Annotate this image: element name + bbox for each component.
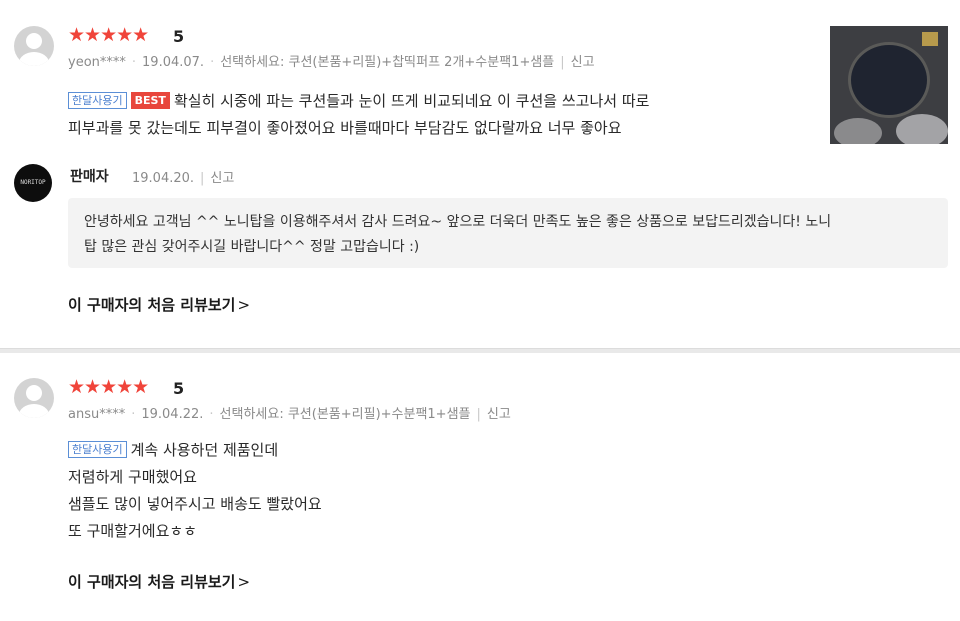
first-review-label: 이 구매자의 처음 리뷰보기 xyxy=(68,296,236,314)
avatar xyxy=(14,26,54,66)
review-item: ★★★★★ 5 yeon**** · 19.04.07. · 선택하세요: 쿠션(본품+… xyxy=(0,0,960,348)
rating-value: 5 xyxy=(173,379,185,398)
best-badge: BEST xyxy=(130,92,170,109)
avatar xyxy=(14,378,54,418)
purchase-option: 선택하세요: 쿠션(본품+리필)+찹띡퍼프 2개+수분팩1+샘플 xyxy=(220,55,555,70)
star-rating: ★★★★★ xyxy=(68,24,149,46)
reply-date: 19.04.20. xyxy=(132,171,195,186)
review-meta: ansu**** · 19.04.22. · 선택하세요: 쿠션(본품+리필)+수분팩1… xyxy=(68,407,511,422)
review-text: 한달사용기 BEST 확실히 시중에 파는 쿠션들과 눈이 뜨게 비교되네요 이 쿠… xyxy=(68,88,649,142)
review-line: 피부과를 못 갔는데도 피부결이 좋아졌어요 바를때마다 부담감도 없다랄까요 … xyxy=(68,119,622,137)
report-link[interactable]: 신고 xyxy=(210,171,234,186)
seller-meta: 19.04.20. | 신고 xyxy=(132,171,235,186)
review-date: 19.04.07. xyxy=(142,55,205,70)
review-line: 샘플도 많이 넣어주시고 배송도 빨랐어요 xyxy=(68,495,322,513)
review-photo[interactable] xyxy=(830,26,948,144)
review-line: 계속 사용하던 제품인데 xyxy=(130,441,279,459)
seller-avatar: NORITOP xyxy=(14,164,52,202)
rating-value: 5 xyxy=(173,27,185,46)
reviewer-id: ansu**** xyxy=(68,407,126,422)
star-rating: ★★★★★ xyxy=(68,376,149,398)
reviewer-id: yeon**** xyxy=(68,55,126,70)
review-line: 저렴하게 구매했어요 xyxy=(68,468,197,486)
review-date: 19.04.22. xyxy=(141,407,204,422)
first-review-link[interactable]: 이 구매자의 처음 리뷰보기 > xyxy=(68,575,250,590)
review-item: ★★★★★ 5 ansu**** · 19.04.22. · 선택하세요: 쿠션(본품+… xyxy=(0,353,960,621)
report-link[interactable]: 신고 xyxy=(487,407,511,422)
purchase-option: 선택하세요: 쿠션(본품+리필)+수분팩1+샘플 xyxy=(219,407,471,422)
first-review-link[interactable]: 이 구매자의 처음 리뷰보기 > xyxy=(68,298,250,313)
reply-line: 안녕하세요 고객님 ^^ 노니탑을 이용해주셔서 감사 드려요~ 앞으로 더욱더… xyxy=(84,214,832,230)
month-use-badge: 한달사용기 xyxy=(68,92,127,109)
month-use-badge: 한달사용기 xyxy=(68,441,127,458)
review-line: 확실히 시중에 파는 쿠션들과 눈이 뜨게 비교되네요 이 쿠션을 쓰고나서 따… xyxy=(173,92,650,110)
reply-line: 탑 많은 관심 갖어주시길 바랍니다^^ 정말 고맙습니다 :) xyxy=(84,239,420,255)
report-link[interactable]: 신고 xyxy=(571,55,595,70)
review-meta: yeon**** · 19.04.07. · 선택하세요: 쿠션(본품+리필)+찹띡퍼프… xyxy=(68,55,595,70)
review-text: 한달사용기 계속 사용하던 제품인데 저렴하게 구매했어요 샘플도 많이 넣어주시… xyxy=(68,437,322,545)
chevron-right-icon: > xyxy=(237,573,251,591)
seller-reply-text: 안녕하세요 고객님 ^^ 노니탑을 이용해주셔서 감사 드려요~ 앞으로 더욱더… xyxy=(84,210,831,260)
first-review-label: 이 구매자의 처음 리뷰보기 xyxy=(68,573,236,591)
chevron-right-icon: > xyxy=(237,296,251,314)
seller-name: 판매자 xyxy=(70,169,109,185)
review-line: 또 구매할거에요ㅎㅎ xyxy=(68,522,197,540)
